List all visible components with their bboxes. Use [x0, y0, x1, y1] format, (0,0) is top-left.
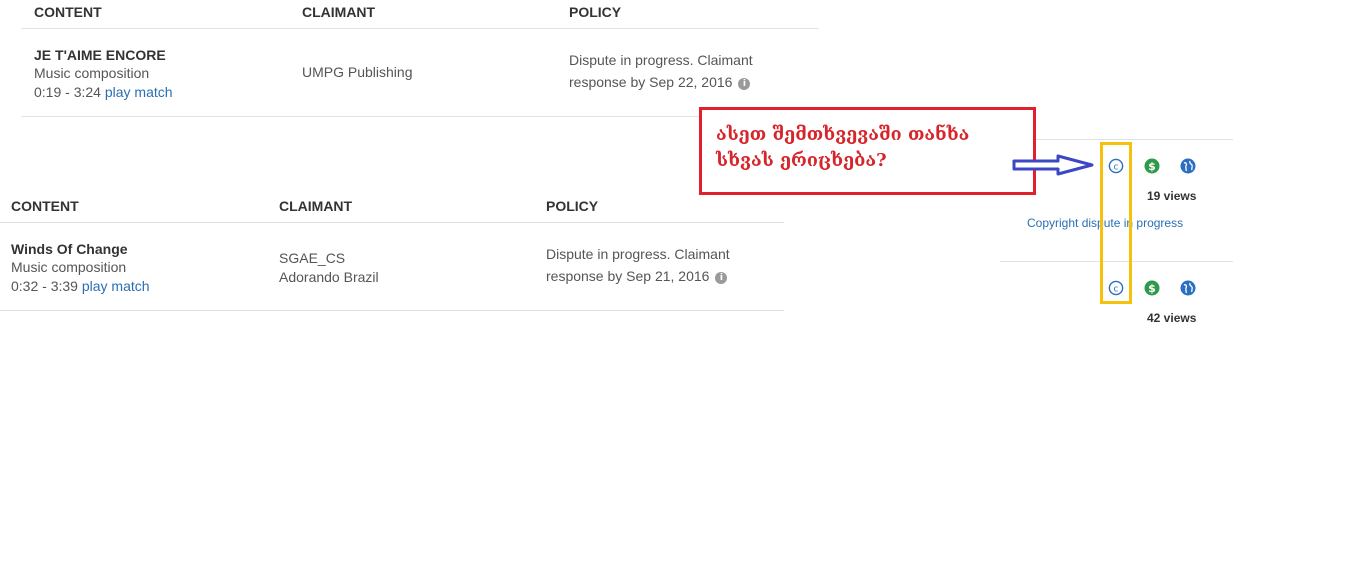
claimant-name-2: Adorando Brazil — [279, 269, 379, 285]
policy-status: Dispute in progress. Claimant response b… — [569, 49, 753, 93]
table2-row: Winds Of Change Music composition 0:32 -… — [11, 240, 150, 296]
view-count: 42 views — [1147, 311, 1197, 325]
annotation-box: ასეთ შემთხვევაში თანხა სხვას ერიცხება? — [699, 107, 1036, 195]
table1-header-policy: POLICY — [569, 4, 622, 20]
table2-header-divider — [0, 222, 784, 223]
policy-status: Dispute in progress. Claimant response b… — [546, 243, 730, 287]
table1-row: JE T'AIME ENCORE Music composition 0:19 … — [34, 46, 173, 102]
policy-line-2: response by Sep 21, 2016 i — [546, 265, 730, 287]
money-glyph: $ — [1148, 282, 1156, 295]
content-title: Winds Of Change — [11, 241, 128, 257]
monetization-icon[interactable]: $ — [1144, 158, 1160, 174]
content-range-line: 0:32 - 3:39 play match — [11, 277, 150, 296]
table2-row-divider — [0, 310, 784, 311]
content-type: Music composition — [11, 259, 127, 275]
globe-icon[interactable] — [1180, 280, 1196, 296]
content-range-line: 0:19 - 3:24 play match — [34, 83, 173, 102]
claimant-name-1: SGAE_CS — [279, 250, 346, 266]
policy-line-2: response by Sep 22, 2016 i — [569, 71, 753, 93]
table1-header-claimant: CLAIMANT — [302, 4, 376, 20]
policy-line-1: Dispute in progress. Claimant — [546, 246, 730, 262]
monetization-icon[interactable]: $ — [1144, 280, 1160, 296]
content-type: Music composition — [34, 65, 150, 81]
play-match-link[interactable]: play match — [82, 278, 150, 294]
claimant-name: UMPG Publishing — [302, 64, 413, 80]
play-match-link[interactable]: play match — [105, 84, 173, 100]
annotation-arrow-icon — [1012, 154, 1094, 176]
match-range: 0:19 - 3:24 — [34, 84, 101, 100]
annotation-text: ასეთ შემთხვევაში თანხა სხვას ერიცხება? — [716, 124, 970, 171]
highlight-box — [1100, 142, 1132, 304]
table1-header-content: CONTENT — [34, 4, 102, 20]
table2-header-content: CONTENT — [11, 198, 79, 214]
info-icon[interactable]: i — [715, 272, 728, 284]
match-range: 0:32 - 3:39 — [11, 278, 78, 294]
view-count: 19 views — [1147, 189, 1197, 203]
table2-header-claimant: CLAIMANT — [279, 198, 353, 214]
content-title: JE T'AIME ENCORE — [34, 47, 166, 63]
money-glyph: $ — [1148, 160, 1156, 173]
info-icon[interactable]: i — [738, 78, 751, 90]
policy-date-text: response by Sep 22, 2016 — [569, 74, 733, 90]
globe-icon[interactable] — [1180, 158, 1196, 174]
claimant-names: SGAE_CS Adorando Brazil — [279, 249, 379, 287]
table1-header-divider — [21, 28, 819, 29]
table2-header-policy: POLICY — [546, 198, 599, 214]
policy-date-text: response by Sep 21, 2016 — [546, 268, 710, 284]
policy-line-1: Dispute in progress. Claimant — [569, 52, 753, 68]
